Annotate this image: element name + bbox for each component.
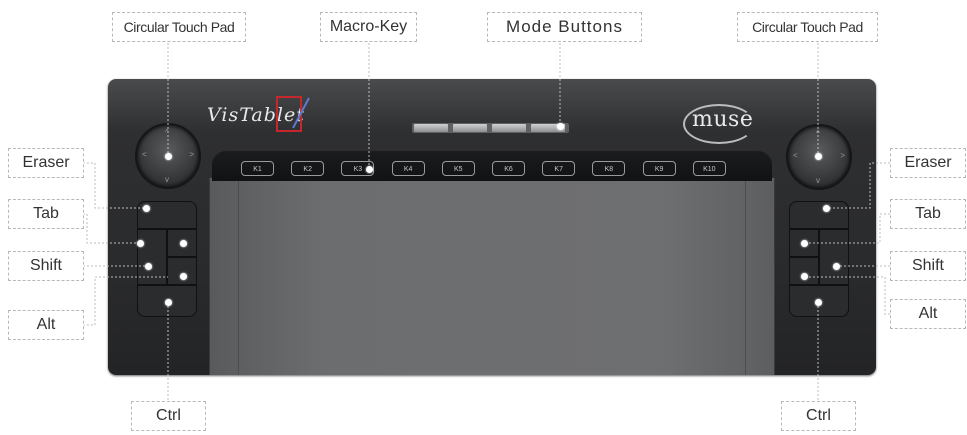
- label-macro-key: Macro-Key: [320, 12, 417, 42]
- label-tab-right: Tab: [890, 199, 966, 229]
- leader-alt-right: [804, 276, 890, 315]
- label-shift-left: Shift: [8, 251, 84, 281]
- indicator-dot: [801, 273, 808, 280]
- indicator-dot: [823, 205, 830, 212]
- label-touch-pad-left: Circular Touch Pad: [112, 12, 246, 42]
- leader-eraser-left: [83, 162, 146, 209]
- callout-leader-lines: [83, 43, 890, 400]
- indicator-dot: [557, 123, 564, 130]
- label-shift-right: Shift: [890, 251, 966, 281]
- indicator-dot: [137, 240, 144, 247]
- indicator-dot: [165, 299, 172, 306]
- label-ctrl-right: Ctrl: [781, 401, 856, 431]
- indicator-dot: [180, 273, 187, 280]
- indicator-dot: [833, 263, 840, 270]
- leader-tab-right: [804, 213, 890, 244]
- indicator-dot: [801, 240, 808, 247]
- label-eraser-right: Eraser: [890, 148, 966, 178]
- indicator-dot: [815, 299, 822, 306]
- label-mode-buttons: Mode Buttons: [487, 12, 642, 42]
- label-eraser-left: Eraser: [8, 148, 84, 178]
- label-tab-left: Tab: [8, 199, 84, 229]
- indicator-dot: [143, 205, 150, 212]
- indicator-dot: [180, 240, 187, 247]
- label-alt-left: Alt: [8, 310, 84, 340]
- label-touch-pad-right: Circular Touch Pad: [737, 12, 878, 42]
- leader-tab-left: [83, 213, 140, 244]
- leader-eraser-right: [826, 162, 890, 209]
- indicator-dot: [366, 166, 373, 173]
- leader-alt-left: [83, 276, 168, 326]
- label-ctrl-left: Ctrl: [131, 401, 206, 431]
- indicator-dot: [165, 153, 172, 160]
- indicator-dot: [145, 263, 152, 270]
- label-alt-right: Alt: [890, 299, 966, 329]
- indicator-dot: [815, 153, 822, 160]
